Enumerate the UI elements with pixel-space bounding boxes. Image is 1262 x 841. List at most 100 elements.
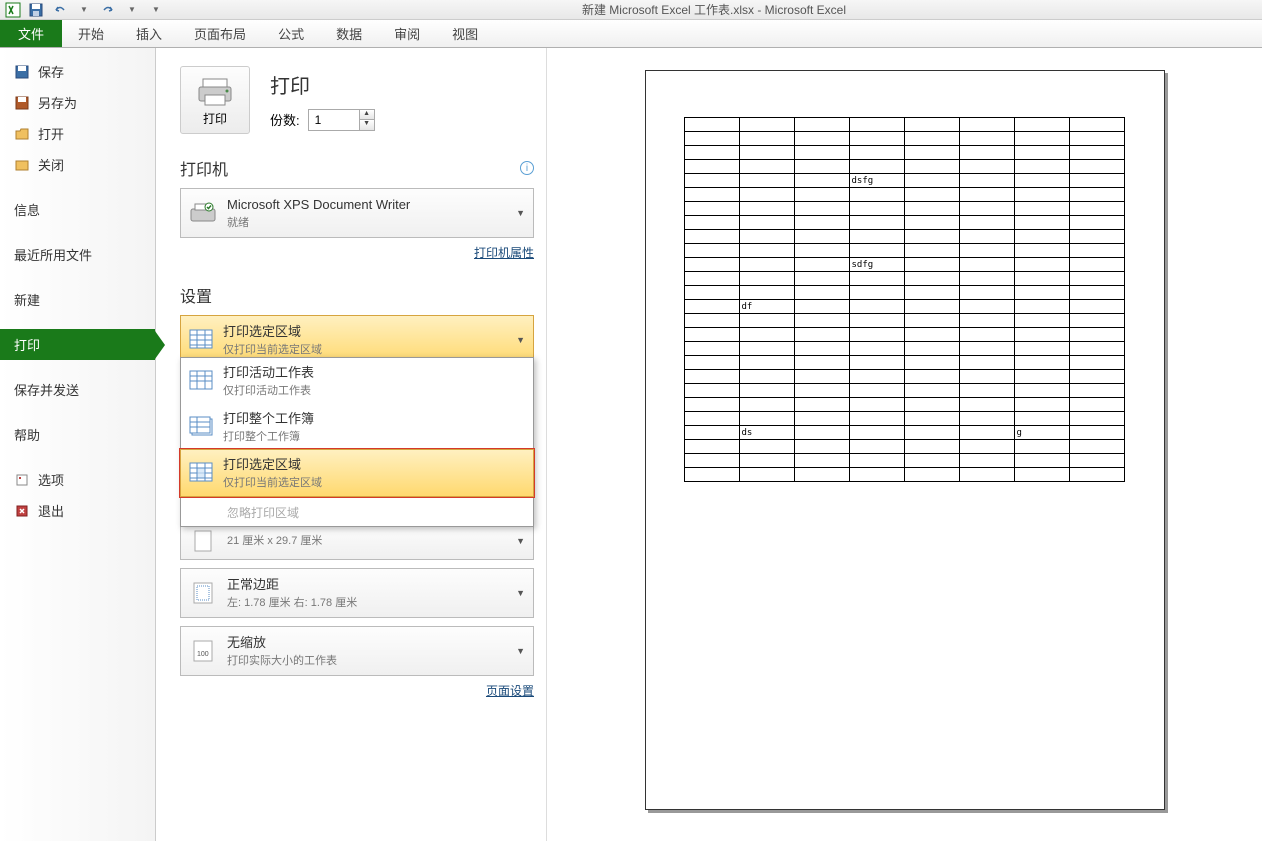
- print-range-sub: 仅打印当前选定区域: [223, 342, 506, 359]
- option-sub: 仅打印活动工作表: [223, 383, 525, 400]
- print-range-option-selection[interactable]: 打印选定区域 仅打印当前选定区域: [180, 449, 534, 497]
- sidebar-help[interactable]: 帮助: [0, 419, 155, 450]
- print-range-option-workbook[interactable]: 打印整个工作簿 打印整个工作簿: [181, 404, 533, 450]
- print-range-popup: 打印活动工作表 仅打印活动工作表 打印整个工作簿 打印整个工作簿: [180, 357, 534, 527]
- sidebar-open[interactable]: 打开: [0, 118, 155, 149]
- printer-name: Microsoft XPS Document Writer: [227, 195, 506, 215]
- printer-icon: [197, 77, 233, 107]
- tab-view[interactable]: 视图: [436, 20, 494, 47]
- table-icon: [189, 370, 213, 393]
- sidebar-saveandsend[interactable]: 保存并发送: [0, 374, 155, 405]
- sidebar-saveas[interactable]: 另存为: [0, 87, 155, 118]
- table-stack-icon: [189, 416, 213, 439]
- sidebar-item-label: 新建: [14, 290, 40, 309]
- sidebar-info[interactable]: 信息: [0, 194, 155, 225]
- title-bar: ▼ ▼ ▼ 新建 Microsoft Excel 工作表.xlsx - Micr…: [0, 0, 1262, 20]
- print-button-label: 打印: [185, 110, 245, 127]
- sidebar-save[interactable]: 保存: [0, 56, 155, 87]
- redo-icon[interactable]: [98, 1, 118, 19]
- sidebar-item-label: 帮助: [14, 425, 40, 444]
- margins-dropdown[interactable]: 正常边距 左: 1.78 厘米 右: 1.78 厘米 ▼: [180, 568, 534, 618]
- chevron-down-icon: ▼: [516, 208, 525, 218]
- sidebar-options[interactable]: 选项: [0, 464, 155, 495]
- sidebar-exit[interactable]: 退出: [0, 495, 155, 526]
- printer-device-icon: [189, 201, 217, 225]
- save-icon[interactable]: [26, 1, 46, 19]
- page-setup-link[interactable]: 页面设置: [180, 682, 534, 699]
- copies-input[interactable]: [309, 110, 359, 130]
- sidebar-item-label: 最近所用文件: [14, 245, 92, 264]
- margins-sub: 左: 1.78 厘米 右: 1.78 厘米: [227, 595, 506, 612]
- chevron-down-icon: ▼: [516, 646, 525, 656]
- print-preview-pane: dsfgsdfgdfdsg: [546, 48, 1262, 841]
- copies-up-icon[interactable]: ▲: [360, 110, 374, 120]
- margins-title: 正常边距: [227, 575, 506, 595]
- undo-dropdown-icon[interactable]: ▼: [74, 1, 94, 19]
- settings-section-header: 设置: [180, 283, 212, 307]
- info-icon[interactable]: i: [520, 161, 534, 175]
- printer-dropdown[interactable]: Microsoft XPS Document Writer 就绪 ▼: [180, 188, 534, 238]
- margins-icon: [189, 581, 217, 605]
- option-sub: 仅打印当前选定区域: [223, 475, 525, 492]
- table-icon: [189, 329, 213, 352]
- chevron-down-icon: ▼: [516, 335, 525, 345]
- copies-label: 份数:: [270, 110, 300, 129]
- tab-file[interactable]: 文件: [0, 20, 62, 47]
- table-selection-icon: [189, 462, 213, 485]
- saveas-icon: [14, 95, 30, 111]
- chevron-down-icon: ▼: [516, 588, 525, 598]
- qat-customize-icon[interactable]: ▼: [146, 1, 166, 19]
- scaling-title: 无缩放: [227, 633, 506, 653]
- option-title: 打印活动工作表: [223, 363, 525, 383]
- print-title: 打印: [270, 70, 534, 99]
- preview-table: dsfgsdfgdfdsg: [684, 117, 1125, 482]
- save-icon: [14, 64, 30, 80]
- option-sub: 打印整个工作簿: [223, 429, 525, 446]
- print-range-title: 打印选定区域: [223, 322, 506, 342]
- excel-app-icon: [4, 1, 22, 19]
- option-title: 打印选定区域: [223, 455, 525, 475]
- scaling-sub: 打印实际大小的工作表: [227, 653, 506, 670]
- paper-size-dropdown[interactable]: 21 厘米 x 29.7 厘米 ▼: [180, 523, 534, 560]
- sidebar-item-label: 打开: [38, 124, 64, 143]
- option-title: 打印整个工作簿: [223, 409, 525, 429]
- tab-home[interactable]: 开始: [62, 20, 120, 47]
- redo-dropdown-icon[interactable]: ▼: [122, 1, 142, 19]
- sidebar-new[interactable]: 新建: [0, 284, 155, 315]
- preview-page: dsfgsdfgdfdsg: [645, 70, 1165, 810]
- print-button[interactable]: 打印: [180, 66, 250, 134]
- sidebar-item-label: 信息: [14, 200, 40, 219]
- tab-data[interactable]: 数据: [320, 20, 378, 47]
- tab-review[interactable]: 审阅: [378, 20, 436, 47]
- undo-icon[interactable]: [50, 1, 70, 19]
- printer-properties-link[interactable]: 打印机属性: [180, 244, 534, 261]
- paper-size-text: 21 厘米 x 29.7 厘米: [227, 533, 506, 550]
- sidebar-item-label: 打印: [14, 335, 40, 354]
- tab-formulas[interactable]: 公式: [262, 20, 320, 47]
- sidebar-item-label: 关闭: [38, 155, 64, 174]
- sidebar-item-label: 选项: [38, 470, 64, 489]
- ribbon-tabs: 文件 开始 插入 页面布局 公式 数据 审阅 视图: [0, 20, 1262, 48]
- sidebar-recent[interactable]: 最近所用文件: [0, 239, 155, 270]
- tab-page-layout[interactable]: 页面布局: [178, 20, 262, 47]
- page-icon: [189, 529, 217, 553]
- copies-spinner[interactable]: ▲ ▼: [308, 109, 375, 131]
- sidebar-item-label: 保存并发送: [14, 380, 79, 399]
- sidebar-close[interactable]: 关闭: [0, 149, 155, 180]
- sidebar-print[interactable]: 打印: [0, 329, 155, 360]
- tab-insert[interactable]: 插入: [120, 20, 178, 47]
- quick-access-toolbar: ▼ ▼ ▼: [26, 1, 166, 19]
- exit-icon: [14, 503, 30, 519]
- ignore-print-area-option: 忽略打印区域: [181, 499, 533, 526]
- backstage-sidebar: 保存 另存为 打开 关闭 信息 最近所用文件 新建 打印 保存并发送: [0, 48, 156, 841]
- scaling-dropdown[interactable]: 100 无缩放 打印实际大小的工作表 ▼: [180, 626, 534, 676]
- copies-down-icon[interactable]: ▼: [360, 120, 374, 130]
- chevron-down-icon: ▼: [516, 536, 525, 546]
- print-range-option-active-sheets[interactable]: 打印活动工作表 仅打印活动工作表: [181, 358, 533, 404]
- sidebar-item-label: 另存为: [38, 93, 77, 112]
- options-icon: [14, 472, 30, 488]
- printer-section-header: 打印机: [180, 156, 228, 180]
- sidebar-item-label: 退出: [38, 501, 64, 520]
- window-title: 新建 Microsoft Excel 工作表.xlsx - Microsoft …: [166, 1, 1262, 18]
- printer-status: 就绪: [227, 215, 506, 232]
